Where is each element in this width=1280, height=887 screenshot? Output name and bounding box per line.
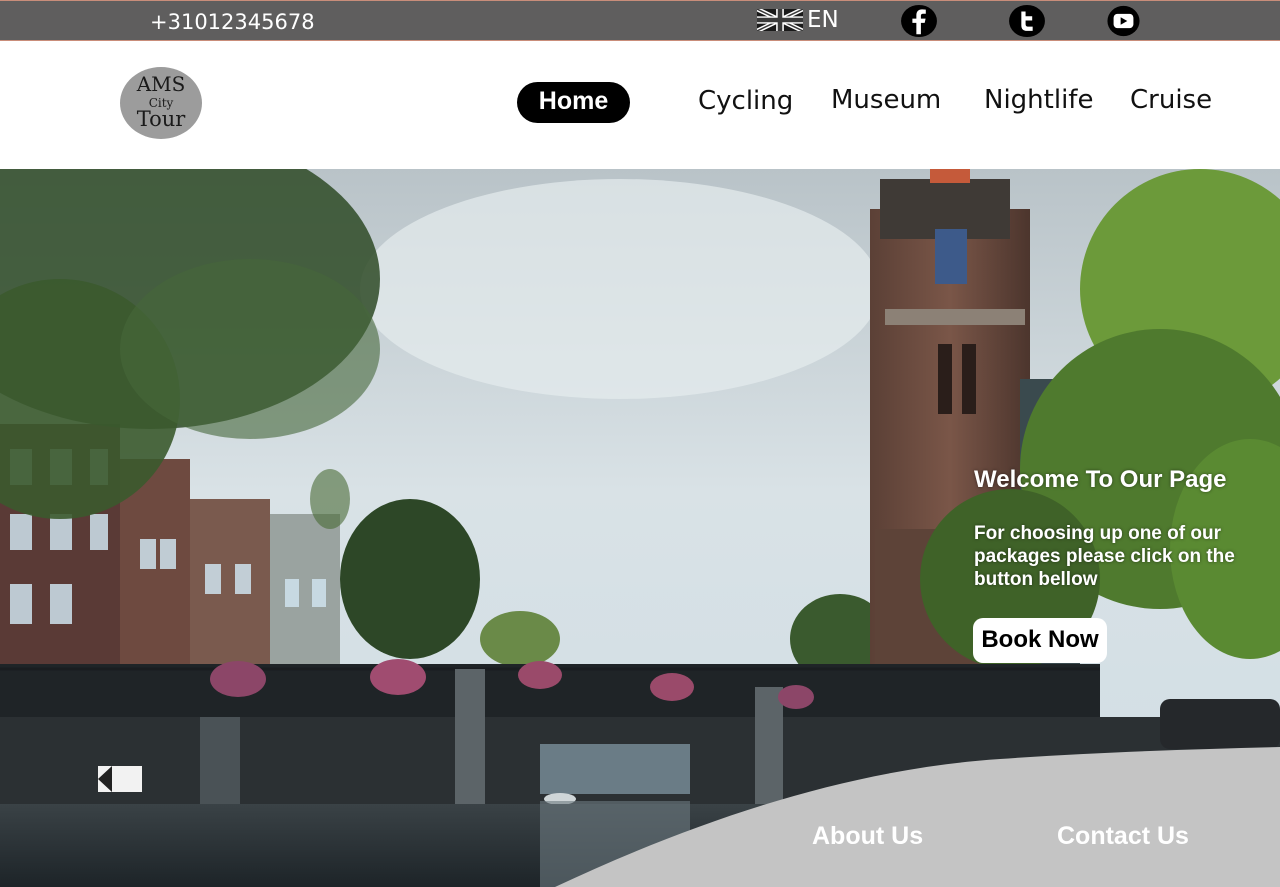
logo-line-3: Tour [136,107,186,131]
welcome-heading: Welcome To Our Page [974,466,1227,493]
phone-number[interactable]: +31012345678 [150,10,315,34]
twitter-icon[interactable] [1008,4,1046,38]
top-bar: +31012345678 EN [0,0,1280,41]
ams-city-tour-logo[interactable]: AMS City Tour [120,67,202,139]
welcome-text: For choosing up one of our packages plea… [974,523,1235,590]
book-now-button[interactable]: Book Now [973,618,1107,663]
logo-line-1: AMS [136,72,186,96]
uk-flag-icon [757,9,803,31]
nav-cruise[interactable]: Cruise [1130,85,1212,115]
language-selector[interactable]: EN [757,7,839,33]
youtube-icon[interactable] [1106,4,1141,38]
site-header: AMS City Tour Home Cycling Museum Nightl… [0,41,1280,169]
contact-us-link[interactable]: Contact Us [1057,822,1189,851]
nav-home[interactable]: Home [517,82,630,123]
language-label: EN [807,7,839,33]
about-us-link[interactable]: About Us [812,822,923,851]
nav-nightlife[interactable]: Nightlife [984,85,1093,115]
nav-cycling[interactable]: Cycling [698,86,793,116]
nav-museum[interactable]: Museum [831,85,941,115]
hero-section: Welcome To Our Page For choosing up one … [0,169,1280,887]
facebook-icon[interactable] [900,4,938,38]
